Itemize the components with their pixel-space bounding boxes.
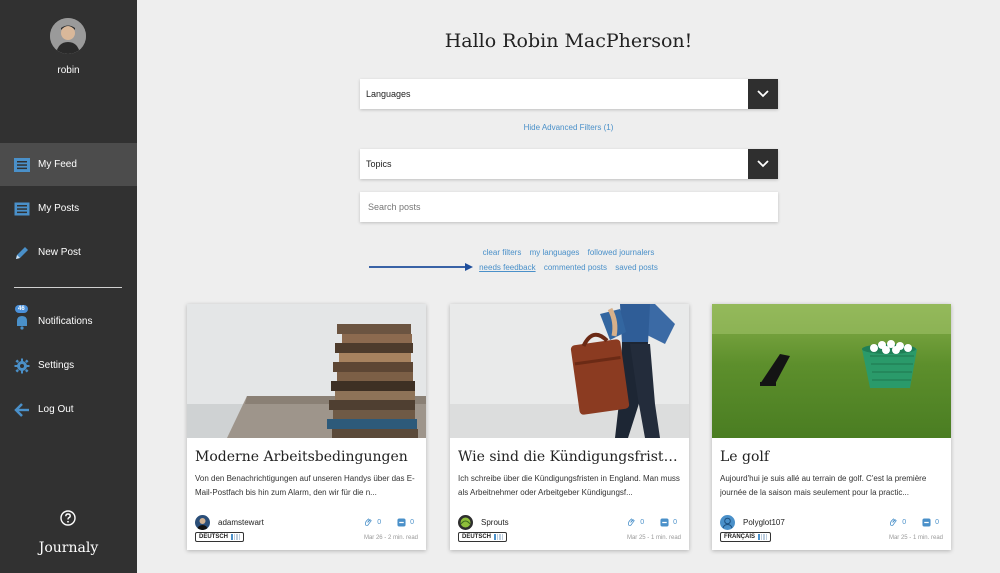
posts-icon	[14, 201, 30, 217]
level-bars-icon	[494, 534, 504, 540]
main-content: Hallo Robin MacPherson! Languages Hide A…	[137, 0, 1000, 573]
comment-icon	[397, 518, 406, 527]
nav-my-posts[interactable]: My Posts	[0, 187, 137, 230]
post-date: Mar 26 - 2 min. read	[363, 535, 418, 541]
language-level-tag: FRANÇAIS	[720, 532, 771, 542]
clear-filters-link[interactable]: clear filters	[483, 248, 522, 257]
search-input[interactable]	[366, 192, 770, 222]
author-name[interactable]: adamstewart	[218, 518, 264, 527]
sidebar: robin My Feed My Posts New Post 46 Notif…	[0, 0, 137, 573]
pencil-icon	[14, 245, 30, 261]
post-date: Mar 25 - 1 min. read	[888, 535, 943, 541]
nav-settings[interactable]: Settings	[0, 344, 137, 387]
chevron-down-icon[interactable]	[748, 79, 778, 109]
language-name: FRANÇAIS	[724, 534, 755, 540]
likes-count: 0	[902, 519, 907, 526]
post-title[interactable]: Wie sind die Kündigungsfristen in Englan…	[458, 449, 682, 465]
likes-count: 0	[377, 519, 382, 526]
sidebar-divider	[14, 287, 122, 288]
post-image-golf	[712, 304, 951, 438]
level-bars-icon	[231, 534, 241, 540]
help-icon[interactable]	[60, 510, 76, 526]
language-name: DEUTSCH	[199, 534, 229, 540]
annotation-arrow-icon	[369, 263, 473, 271]
nav-label: My Feed	[38, 159, 77, 170]
language-level-tag: DEUTSCH	[195, 532, 245, 542]
post-stats: 0 0	[627, 518, 677, 527]
author-name[interactable]: Sprouts	[481, 518, 509, 527]
greeting-title: Hallo Robin MacPherson!	[444, 30, 693, 52]
post-image-books	[187, 304, 426, 438]
post-image-briefcase	[450, 304, 689, 438]
comment-icon	[922, 518, 931, 527]
user-avatar[interactable]	[50, 18, 86, 54]
chevron-down-icon[interactable]	[748, 149, 778, 179]
feed-icon	[14, 157, 30, 173]
author-avatar[interactable]	[458, 515, 473, 530]
followed-journalers-link[interactable]: followed journalers	[588, 248, 655, 257]
language-name: DEUTSCH	[462, 534, 492, 540]
post-stats: 0 0	[889, 518, 939, 527]
my-languages-link[interactable]: my languages	[530, 248, 580, 257]
logout-arrow-icon	[14, 402, 30, 418]
comments-count: 0	[935, 519, 939, 526]
post-card[interactable]: Wie sind die Kündigungsfristen in Englan…	[450, 304, 689, 550]
post-title[interactable]: Le golf	[720, 449, 944, 465]
post-excerpt: Aujourd'hui je suis allé au terrain de g…	[720, 474, 927, 497]
needs-feedback-link[interactable]: needs feedback	[479, 263, 536, 272]
topics-select-label: Topics	[366, 159, 392, 169]
gear-icon	[14, 358, 30, 374]
author-avatar[interactable]	[720, 515, 735, 530]
hide-advanced-filters-link[interactable]: Hide Advanced Filters (1)	[137, 123, 1000, 132]
bell-icon: 46	[14, 304, 30, 330]
author-avatar[interactable]	[195, 515, 210, 530]
comments-count: 0	[673, 519, 677, 526]
nav-notifications[interactable]: 46 Notifications	[0, 300, 137, 343]
nav-label: Notifications	[38, 316, 93, 327]
likes-count: 0	[640, 519, 645, 526]
post-excerpt: Von den Benachrichtigungen auf unseren H…	[195, 474, 415, 497]
level-bars-icon	[758, 534, 767, 540]
comment-icon	[660, 518, 669, 527]
post-date: Mar 25 - 1 min. read	[626, 535, 681, 541]
nav-label: Log Out	[38, 404, 74, 415]
nav-label: My Posts	[38, 203, 80, 214]
clap-icon	[628, 518, 635, 526]
nav-label: New Post	[38, 247, 81, 258]
clap-icon	[365, 518, 372, 526]
language-level-tag: DEUTSCH	[458, 532, 508, 542]
comments-count: 0	[410, 519, 414, 526]
commented-posts-link[interactable]: commented posts	[544, 263, 607, 272]
journaly-logo[interactable]: Journaly	[0, 540, 137, 556]
post-excerpt: Ich schreibe über die Kündigungsfristen …	[458, 474, 680, 497]
post-card[interactable]: Le golf Aujourd'hui je suis allé au terr…	[712, 304, 951, 550]
filter-links-row-1: clear filters my languages followed jour…	[137, 248, 1000, 257]
languages-select[interactable]: Languages	[360, 79, 778, 109]
saved-posts-link[interactable]: saved posts	[615, 263, 658, 272]
author-name[interactable]: Polyglot107	[743, 518, 785, 527]
nav-log-out[interactable]: Log Out	[0, 388, 137, 431]
post-title[interactable]: Moderne Arbeitsbedingungen	[195, 449, 419, 465]
filter-links-row-2: needs feedback commented posts saved pos…	[137, 263, 1000, 272]
search-box	[360, 192, 778, 222]
nav-new-post[interactable]: New Post	[0, 231, 137, 274]
clap-icon	[890, 518, 897, 526]
notification-badge: 46	[15, 304, 28, 313]
post-stats: 0 0	[364, 518, 414, 527]
username: robin	[57, 65, 80, 76]
languages-select-label: Languages	[366, 89, 411, 99]
topics-select[interactable]: Topics	[360, 149, 778, 179]
nav-my-feed[interactable]: My Feed	[0, 143, 137, 186]
nav-label: Settings	[38, 360, 75, 371]
post-card[interactable]: Moderne Arbeitsbedingungen Von den Benac…	[187, 304, 426, 550]
